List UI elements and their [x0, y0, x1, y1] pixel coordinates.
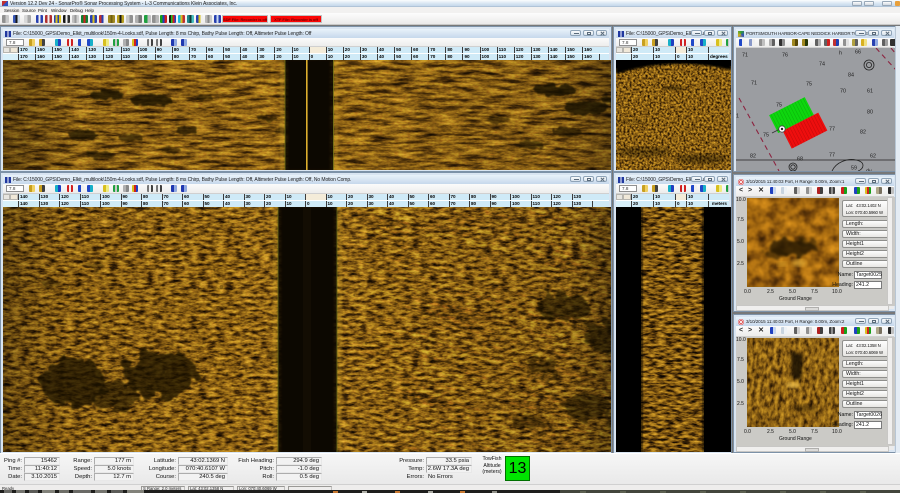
svg-text:68: 68: [797, 157, 803, 163]
svg-text:59: 59: [851, 166, 857, 172]
svg-text:dy: dy: [866, 169, 872, 172]
svg-text:61: 61: [867, 89, 873, 95]
svg-text:h: h: [839, 51, 842, 57]
svg-text:62: 62: [870, 154, 876, 160]
svg-text:77: 77: [829, 153, 835, 159]
svg-text:1: 1: [736, 114, 739, 120]
svg-text:82: 82: [750, 154, 756, 160]
svg-text:77: 77: [829, 127, 835, 133]
svg-text:70: 70: [840, 89, 846, 95]
svg-text:75: 75: [763, 133, 769, 139]
svg-text:80: 80: [867, 110, 873, 116]
svg-text:71: 71: [751, 81, 757, 87]
svg-text:75: 75: [806, 82, 812, 88]
svg-text:82: 82: [860, 130, 866, 136]
svg-text:75: 75: [776, 103, 782, 109]
svg-text:76: 76: [782, 53, 788, 59]
svg-text:84: 84: [848, 73, 854, 79]
svg-text:74: 74: [819, 62, 825, 68]
svg-text:66: 66: [855, 50, 861, 56]
svg-text:71: 71: [742, 53, 748, 59]
